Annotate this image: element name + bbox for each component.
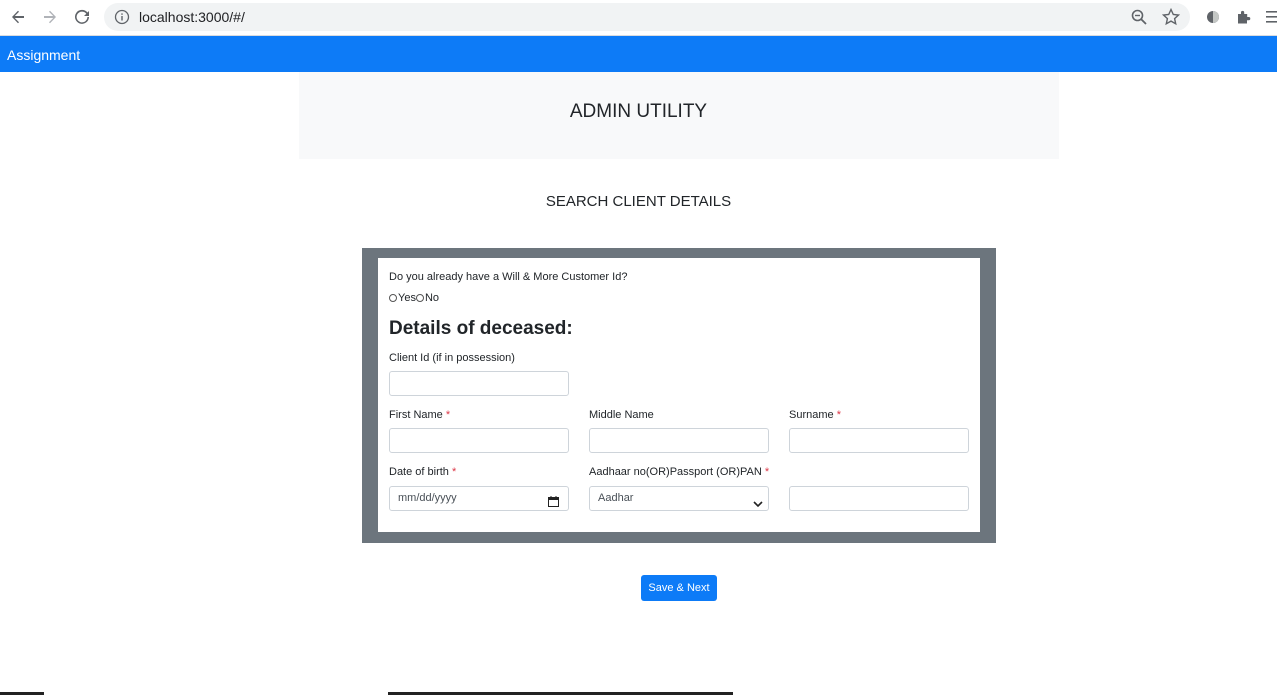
deceased-details-heading: Details of deceased: xyxy=(389,318,573,339)
required-marker: * xyxy=(764,466,770,478)
zoom-icon[interactable] xyxy=(1130,8,1148,26)
customer-id-radio-group: Yes No xyxy=(389,292,439,304)
surname-label: Surname * xyxy=(789,409,841,421)
surname-label-text: Surname xyxy=(789,409,834,421)
middle-name-label: Middle Name xyxy=(589,409,654,421)
first-name-label: First Name * xyxy=(389,409,450,421)
required-marker: * xyxy=(445,409,451,421)
bottom-strip xyxy=(0,691,1277,695)
bookmark-star-icon[interactable] xyxy=(1161,7,1181,27)
navbar-brand[interactable]: Assignment xyxy=(7,47,80,63)
id-type-label-text: Aadhaar no(OR)Passport (OR)PAN xyxy=(589,466,762,478)
browser-toolbar: localhost:3000/#/ xyxy=(0,0,1277,36)
address-bar[interactable]: localhost:3000/#/ xyxy=(104,3,1190,31)
surname-input[interactable] xyxy=(789,428,969,453)
app-navbar: Assignment xyxy=(0,36,1277,72)
id-number-input[interactable] xyxy=(789,486,969,511)
extension-icon[interactable] xyxy=(1203,7,1223,27)
first-name-label-text: First Name xyxy=(389,409,443,421)
dob-placeholder: mm/dd/yyyy xyxy=(398,492,457,504)
page-title: ADMIN UTILITY xyxy=(569,101,708,122)
first-name-input[interactable] xyxy=(389,428,569,453)
url-text: localhost:3000/#/ xyxy=(139,9,245,25)
puzzle-extensions-icon[interactable] xyxy=(1234,7,1254,27)
calendar-icon[interactable] xyxy=(548,493,559,507)
id-type-label: Aadhaar no(OR)Passport (OR)PAN * xyxy=(589,466,769,478)
radio-no[interactable] xyxy=(415,294,424,302)
section-title: SEARCH CLIENT DETAILS xyxy=(545,193,732,210)
client-id-input[interactable] xyxy=(389,371,569,396)
form-card: Do you already have a Will & More Custom… xyxy=(362,248,996,543)
back-arrow-icon[interactable] xyxy=(6,5,30,29)
customer-id-question: Do you already have a Will & More Custom… xyxy=(389,271,628,283)
reload-icon[interactable] xyxy=(70,5,94,29)
forward-arrow-icon[interactable] xyxy=(38,5,62,29)
dob-label-text: Date of birth xyxy=(389,466,449,478)
radio-no-label: No xyxy=(424,292,440,304)
save-next-button[interactable]: Save & Next xyxy=(641,575,717,601)
radio-yes-label: Yes xyxy=(398,292,416,304)
required-marker: * xyxy=(836,409,841,421)
chevron-down-icon xyxy=(753,494,763,508)
dob-label: Date of birth * xyxy=(389,466,456,478)
id-type-selected: Aadhar xyxy=(598,492,634,504)
middle-name-input[interactable] xyxy=(589,428,769,453)
id-type-select[interactable]: Aadhar xyxy=(589,486,769,511)
radio-yes[interactable] xyxy=(389,294,397,302)
required-marker: * xyxy=(451,466,457,478)
site-info-icon[interactable] xyxy=(114,9,130,25)
menu-icon[interactable] xyxy=(1264,7,1277,27)
client-id-label: Client Id (if in possession) xyxy=(389,352,515,364)
dob-input[interactable]: mm/dd/yyyy xyxy=(389,486,569,511)
form-card-body: Do you already have a Will & More Custom… xyxy=(378,258,980,532)
